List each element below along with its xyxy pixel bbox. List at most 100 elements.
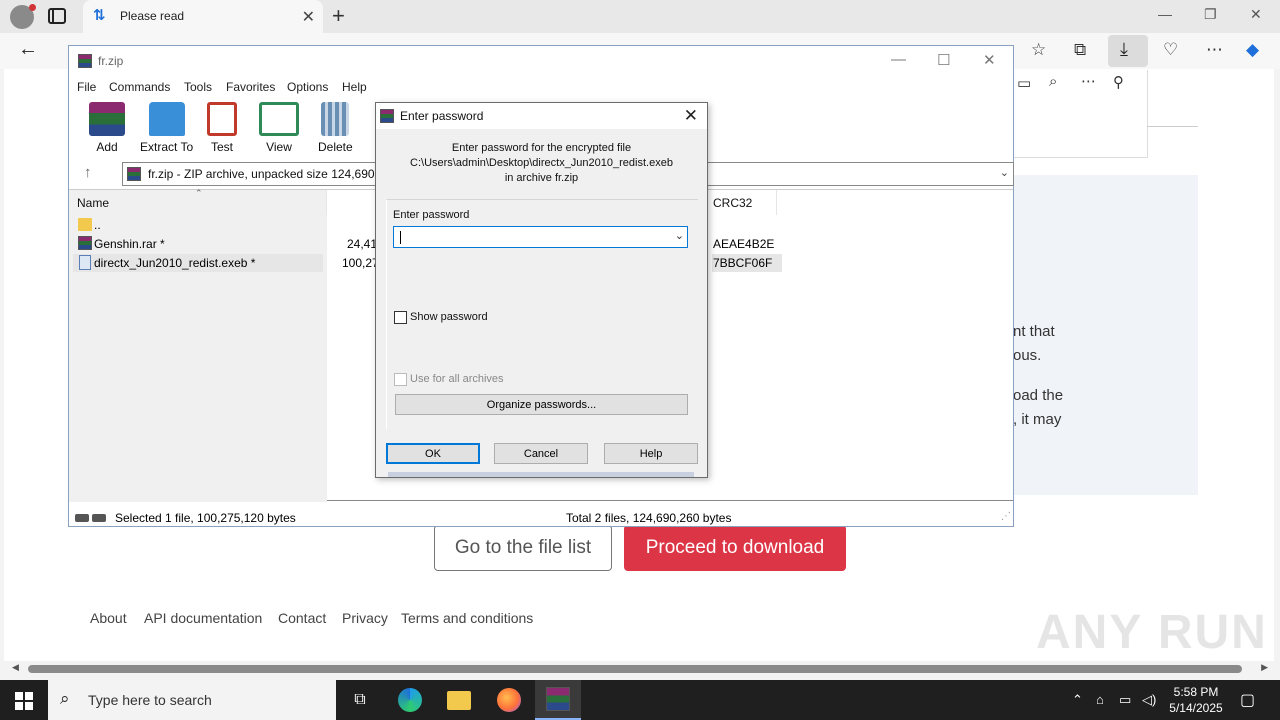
delete-bin-icon [321, 102, 350, 136]
browser-tab[interactable]: ⇅ Please read ✕ [83, 0, 323, 33]
volume-icon[interactable]: ◁) [1142, 692, 1156, 708]
tab-close-icon[interactable]: ✕ [302, 7, 315, 27]
archive-info: fr.zip - ZIP archive, unpacked size 124,… [148, 167, 385, 181]
scroll-right-icon[interactable]: ▶ [1261, 662, 1268, 673]
more-menu-icon[interactable]: ⋯ [1206, 40, 1223, 60]
toolbar-add-label: Add [96, 140, 118, 154]
edge-icon[interactable] [387, 680, 433, 720]
file-crc: AEAE4B2E [713, 237, 775, 251]
search-icon[interactable]: ⌕ [1049, 73, 1057, 90]
new-tab-button[interactable]: + [332, 3, 345, 29]
notifications-icon[interactable]: ▢ [1240, 690, 1255, 710]
footer-link-terms[interactable]: Terms and conditions [401, 610, 533, 626]
taskbar-clock[interactable]: 5:58 PM 5/14/2025 [1162, 684, 1230, 716]
tray-chevron-icon[interactable]: ⌃ [1072, 692, 1083, 708]
toolbar-view-button[interactable]: View [259, 102, 299, 154]
winrar-app-icon [380, 109, 394, 123]
firefox-icon[interactable] [486, 680, 532, 720]
notice-text-4: , it may [1013, 411, 1062, 428]
dialog-message: Enter password for the encrypted file C:… [376, 141, 707, 186]
cancel-button[interactable]: Cancel [494, 443, 588, 464]
up-folder-icon[interactable]: ↑ [84, 164, 92, 181]
taskbar-search-box[interactable]: ⌕ Type here to search [48, 680, 336, 720]
use-for-all-checkbox [394, 373, 407, 386]
ok-button[interactable]: OK [386, 443, 480, 464]
show-password-checkbox[interactable] [394, 311, 407, 324]
toolbar-extract-button[interactable]: Extract To [140, 102, 193, 154]
network-device-icon[interactable]: ⌂ [1096, 692, 1104, 707]
more-icon[interactable]: ⋯ [1081, 72, 1096, 90]
archive-icon [127, 167, 141, 181]
browser-restore-button[interactable]: ❐ [1204, 6, 1217, 23]
tab-actions-icon[interactable] [48, 8, 66, 24]
collections-icon[interactable]: ⧉ [1074, 40, 1086, 60]
menu-tools[interactable]: Tools [184, 80, 212, 94]
password-input[interactable]: ⌄ [393, 226, 688, 248]
winrar-maximize-button[interactable]: ☐ [937, 51, 950, 69]
pin-icon[interactable]: ⚲ [1113, 73, 1124, 91]
text-caret [400, 231, 401, 244]
go-to-file-list-button[interactable]: Go to the file list [434, 525, 612, 571]
scrollbar-thumb[interactable] [28, 665, 1242, 673]
help-button[interactable]: Help [604, 443, 698, 464]
organize-passwords-button[interactable]: Organize passwords... [395, 394, 688, 415]
browser-close-button[interactable]: ✕ [1250, 6, 1262, 23]
scroll-left-icon[interactable]: ◀ [12, 662, 19, 673]
winrar-app-icon [78, 54, 92, 68]
copilot-icon[interactable]: ◆ [1246, 40, 1259, 60]
toolbar-delete-button[interactable]: Delete [318, 102, 353, 154]
view-book-icon [259, 102, 299, 136]
menu-options[interactable]: Options [287, 80, 328, 94]
menu-help[interactable]: Help [342, 80, 367, 94]
winrar-menu-bar: File Commands Tools Favorites Options He… [69, 76, 1013, 96]
password-dialog: Enter password ✕ Enter password for the … [375, 102, 708, 478]
chevron-down-icon[interactable]: ⌄ [1000, 166, 1009, 179]
proceed-to-download-button[interactable]: Proceed to download [624, 525, 846, 571]
footer-link-about[interactable]: About [90, 610, 127, 626]
file-explorer-icon[interactable] [436, 680, 482, 720]
winrar-title-bar[interactable]: fr.zip — ☐ ✕ [69, 46, 1013, 76]
dialog-title-bar[interactable]: Enter password ✕ [376, 103, 707, 129]
file-icon [79, 255, 91, 270]
page-toolbar-card: ▭ ⌕ ⋯ ⚲ [1012, 70, 1148, 158]
show-password-label[interactable]: Show password [410, 311, 488, 323]
windows-start-icon[interactable] [15, 692, 33, 710]
status-selected: Selected 1 file, 100,275,120 bytes [115, 511, 296, 525]
tab-title: Please read [120, 9, 185, 23]
favorites-star-icon[interactable]: ☆ [1031, 40, 1046, 60]
toolbar-delete-label: Delete [318, 140, 353, 154]
network-icon[interactable]: ▭ [1119, 692, 1131, 708]
winrar-close-button[interactable]: ✕ [983, 51, 996, 69]
folder-icon [78, 218, 92, 231]
resize-grip-icon[interactable]: ⋰ [1001, 511, 1011, 522]
test-clipboard-icon [207, 102, 237, 136]
horizontal-scrollbar[interactable]: ◀ ▶ [4, 661, 1274, 675]
download-icon: ⤓ [1120, 39, 1128, 59]
anyrun-watermark: ANY RUN [1036, 606, 1268, 659]
dialog-close-icon[interactable]: ✕ [684, 106, 698, 126]
message-file-path: C:\Users\admin\Desktop\directx_Jun2010_r… [410, 157, 673, 169]
chevron-down-icon[interactable]: ⌄ [675, 229, 684, 242]
search-icon: ⌕ [60, 689, 70, 708]
file-name: Genshin.rar * [94, 237, 165, 251]
toolbar-add-button[interactable]: Add [89, 102, 125, 154]
menu-file[interactable]: File [77, 80, 96, 94]
task-view-icon[interactable]: ⧉ [337, 680, 383, 720]
footer-link-api[interactable]: API documentation [144, 610, 262, 626]
back-arrow-icon[interactable]: ← [18, 38, 38, 61]
folder-icon[interactable]: ▭ [1017, 74, 1031, 92]
browser-essentials-icon[interactable]: ♡ [1163, 40, 1178, 60]
column-header-crc[interactable]: CRC32 [705, 190, 777, 215]
menu-favorites[interactable]: Favorites [226, 80, 275, 94]
footer-link-contact[interactable]: Contact [278, 610, 326, 626]
toolbar-test-button[interactable]: Test [207, 102, 237, 154]
profile-avatar[interactable] [10, 4, 36, 29]
menu-commands[interactable]: Commands [109, 80, 170, 94]
winrar-minimize-button[interactable]: — [891, 51, 906, 68]
rar-archive-icon [78, 236, 92, 250]
downloads-button[interactable]: ⤓ [1108, 35, 1148, 67]
winrar-taskbar-icon[interactable] [535, 680, 581, 720]
browser-minimize-button[interactable]: — [1158, 6, 1172, 22]
footer-link-privacy[interactable]: Privacy [342, 610, 388, 626]
add-archive-icon [89, 102, 125, 136]
